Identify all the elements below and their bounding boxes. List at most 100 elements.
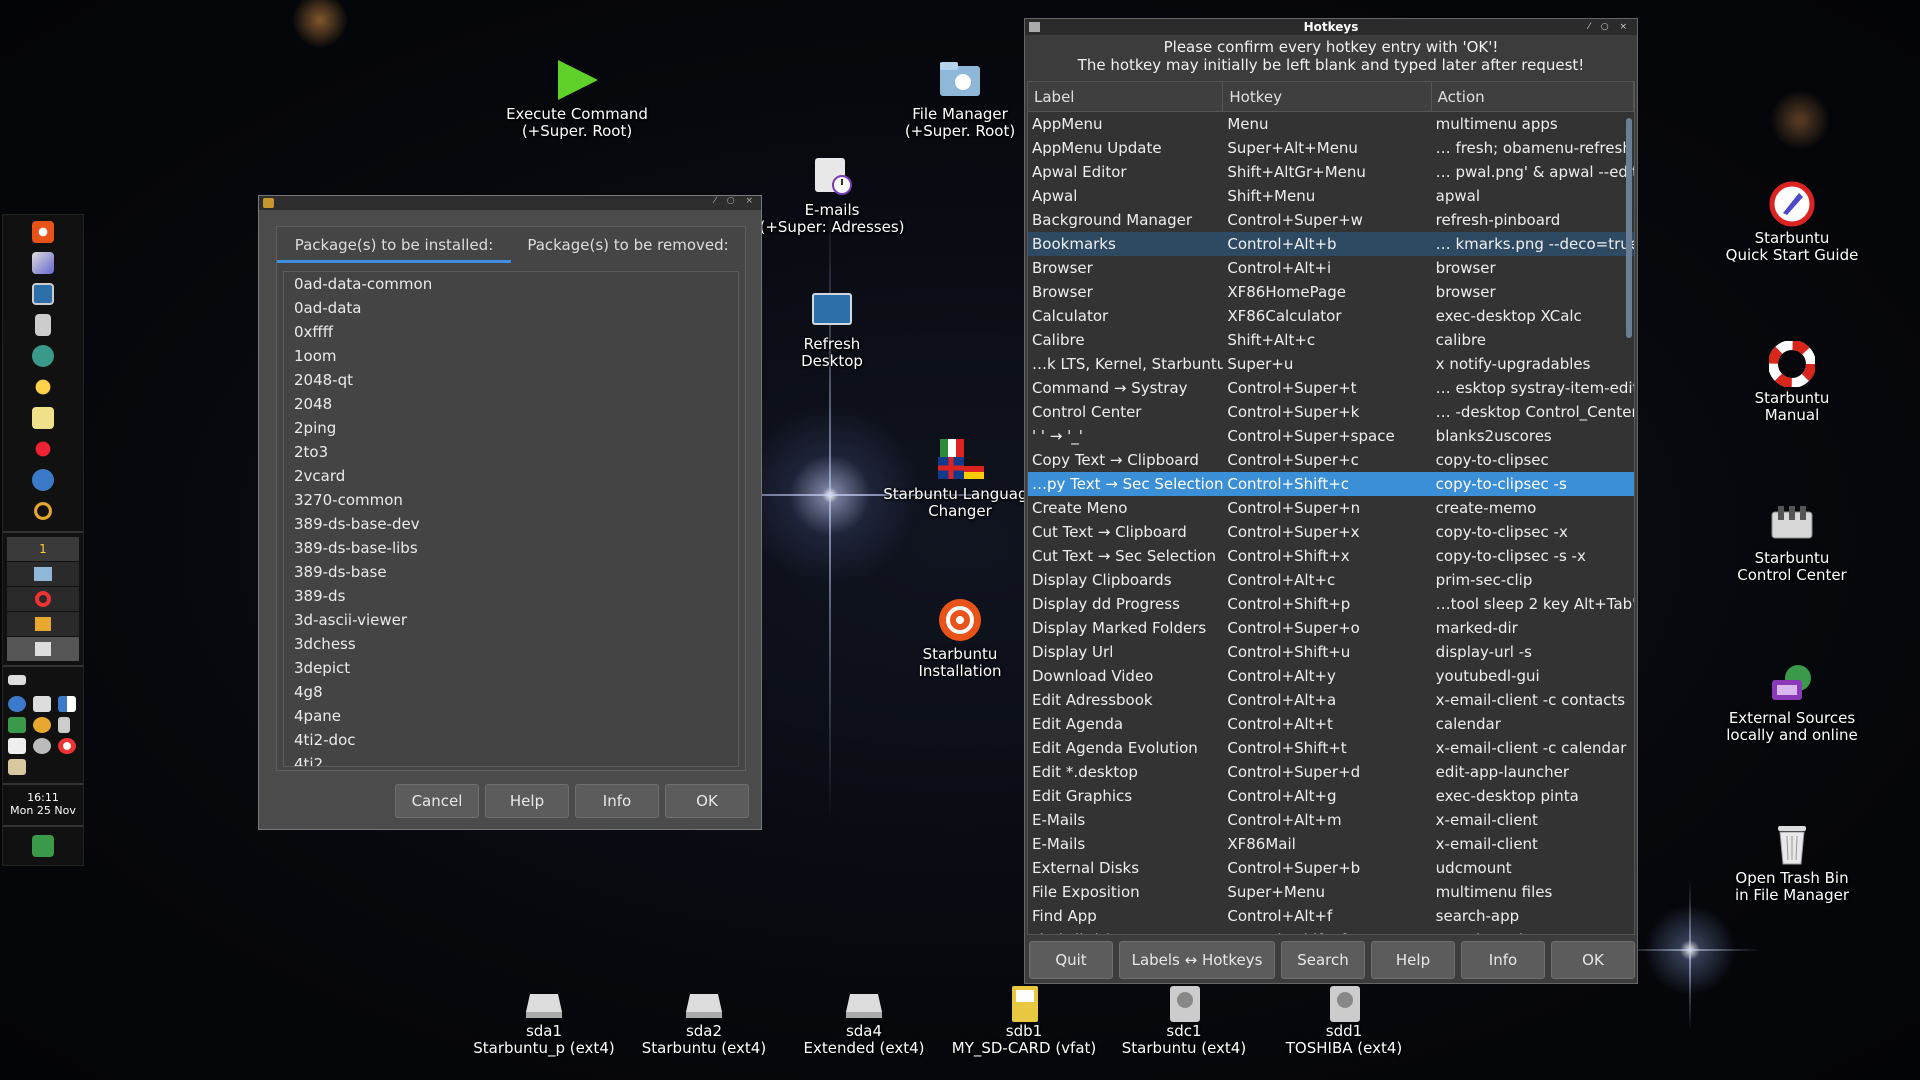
star-panel-icon[interactable] (32, 376, 54, 398)
package-list[interactable]: 0ad-data-common 0ad-data 0xffff 1oom 2048-qt… (283, 271, 739, 767)
keyboard-icon[interactable] (8, 675, 26, 685)
package-item[interactable]: 2048 (284, 392, 738, 416)
tab-remove[interactable]: Package(s) to be removed: (511, 227, 745, 263)
drive-sdd1[interactable]: sdd1 TOSHIBA (ext4) (1264, 986, 1424, 1057)
info-button[interactable]: Info (1461, 941, 1545, 979)
volume-icon[interactable] (58, 717, 70, 733)
cancel-button[interactable]: Cancel (395, 784, 479, 818)
table-row[interactable]: Display Url Control+Shift+u display-url -s (1028, 640, 1634, 664)
table-row[interactable]: …py Text → Sec Selection Control+Shift+c c… (1028, 472, 1634, 496)
hotkeys-table[interactable]: Label Hotkey Action AppMenu Menu multimenu… (1027, 81, 1635, 935)
window-controls-icon[interactable]: ⁄ ○ × (714, 196, 757, 206)
package-item[interactable]: 2ping (284, 416, 738, 440)
package-item[interactable]: 2to3 (284, 440, 738, 464)
table-row[interactable]: Cut Text → Sec Selection Control+Shift+x c… (1028, 544, 1634, 568)
camera-icon[interactable] (33, 738, 51, 754)
table-row[interactable]: Edit Graphics Control+Alt+g exec-desktop p… (1028, 784, 1634, 808)
table-row[interactable]: Control Center Control+Super+k … -desktop … (1028, 400, 1634, 424)
tab-install[interactable]: Package(s) to be installed: (277, 227, 511, 263)
table-row[interactable]: Display dd Progress Control+Shift+p …tool … (1028, 592, 1634, 616)
installer-panel-icon[interactable] (32, 221, 54, 243)
help-button[interactable]: Help (485, 784, 569, 818)
network-icon[interactable] (8, 696, 26, 712)
table-row[interactable]: Apwal Shift+Menu apwal (1028, 184, 1634, 208)
package-item[interactable]: 2048-qt (284, 368, 738, 392)
table-row[interactable]: Browser XF86HomePage browser (1028, 280, 1634, 304)
manual-launcher[interactable]: Starbuntu Manual (1707, 341, 1877, 424)
package-item[interactable]: 0xffff (284, 320, 738, 344)
task-manual[interactable] (7, 587, 79, 611)
chat-icon[interactable] (33, 696, 51, 712)
hotkeys-titlebar[interactable]: Hotkeys ⁄ ○ × (1025, 19, 1637, 35)
window-controls-icon[interactable]: ⁄ ○ × (1588, 19, 1631, 35)
printer-icon[interactable] (8, 738, 26, 754)
refresh-desktop-launcher[interactable]: Refresh Desktop (747, 288, 917, 370)
package-item[interactable]: 0ad-data (284, 296, 738, 320)
windows-icon[interactable] (58, 696, 76, 712)
drive-sdb1[interactable]: sdb1 MY_SD-CARD (vfat) (944, 986, 1104, 1057)
external-sources-launcher[interactable]: External Sources locally and online (1707, 662, 1877, 744)
column-label[interactable]: Label (1028, 82, 1224, 111)
table-row[interactable]: Display Marked Folders Control+Super+o mar… (1028, 616, 1634, 640)
package-item[interactable]: 4pane (284, 704, 738, 728)
package-item[interactable]: 3dchess (284, 632, 738, 656)
search-panel-icon[interactable] (32, 500, 54, 522)
column-hotkey[interactable]: Hotkey (1223, 82, 1432, 111)
package-item[interactable]: 389-ds-base-libs (284, 536, 738, 560)
window-menu-icon[interactable] (1029, 22, 1040, 32)
package-item[interactable]: 389-ds-base (284, 560, 738, 584)
quit-button[interactable]: Quit (1029, 941, 1113, 979)
table-row[interactable]: AppMenu Menu multimenu apps (1028, 112, 1634, 136)
package-item[interactable]: 3270-common (284, 488, 738, 512)
table-row[interactable]: ' ' → '_' Control+Super+space blanks2uscor… (1028, 424, 1634, 448)
drive-sda1[interactable]: sda1 Starbuntu_p (ext4) (464, 986, 624, 1057)
earth-panel-icon[interactable] (32, 469, 54, 491)
workspace-1[interactable]: 1 (7, 537, 79, 561)
exit-panel-icon[interactable] (32, 835, 54, 857)
package-dialog-titlebar[interactable]: ⁄ ○ × (259, 196, 761, 210)
package-item[interactable]: 4g8 (284, 680, 738, 704)
monitor-icon[interactable] (8, 717, 26, 733)
package-item[interactable]: 1oom (284, 344, 738, 368)
table-row[interactable]: Cut Text → Clipboard Control+Super+x copy-… (1028, 520, 1634, 544)
drive-sdc1[interactable]: sdc1 Starbuntu (ext4) (1104, 986, 1264, 1057)
rocket-panel-icon[interactable] (32, 252, 54, 274)
table-row[interactable]: Find App Control+Alt+f search-app (1028, 904, 1634, 928)
desktop-panel-icon[interactable] (32, 283, 54, 305)
globe-panel-icon[interactable] (32, 345, 54, 367)
execute-command-launcher[interactable]: Execute Command (+Super. Root) (492, 58, 662, 140)
column-action[interactable]: Action (1432, 82, 1634, 111)
table-row[interactable]: E-Mails XF86Mail x-email-client (1028, 832, 1634, 856)
update-icon[interactable] (33, 717, 51, 733)
task-package[interactable] (7, 612, 79, 636)
table-row[interactable]: Edit *.desktop Control+Super+d edit-app-la… (1028, 760, 1634, 784)
table-row[interactable]: Calibre Shift+Alt+c calibre (1028, 328, 1634, 352)
table-row[interactable]: Apwal Editor Shift+AltGr+Menu … pwal.png' … (1028, 160, 1634, 184)
table-row[interactable]: File Exposition Super+Menu multimenu files (1028, 880, 1634, 904)
clipboard-icon[interactable] (8, 759, 26, 775)
trash-launcher[interactable]: Open Trash Bin in File Manager (1707, 822, 1877, 904)
search-button[interactable]: Search (1281, 941, 1365, 979)
notes-panel-icon[interactable] (32, 407, 54, 429)
drive-sda2[interactable]: sda2 Starbuntu (ext4) (624, 986, 784, 1057)
package-item[interactable]: 3d-ascii-viewer (284, 608, 738, 632)
emails-launcher[interactable]: E-mails (+Super: Adresses) (747, 154, 917, 236)
table-row[interactable]: Edit Agenda Evolution Control+Shift+t x-em… (1028, 736, 1634, 760)
table-row[interactable]: Find File(s)Control+Shift+fsearchmonkey (1028, 928, 1634, 934)
help-icon[interactable] (58, 738, 76, 754)
package-item[interactable]: 0ad-data-common (284, 272, 738, 296)
table-row[interactable]: Copy Text → Clipboard Control+Super+c copy… (1028, 448, 1634, 472)
info-button[interactable]: Info (575, 784, 659, 818)
table-row[interactable]: Background Manager Control+Super+w refresh… (1028, 208, 1634, 232)
table-row[interactable]: Command → Systray Control+Super+t … esktop… (1028, 376, 1634, 400)
ok-button[interactable]: OK (665, 784, 749, 818)
table-row[interactable]: Create Meno Control+Super+n create-memo (1028, 496, 1634, 520)
trash-panel-icon[interactable] (35, 314, 51, 336)
table-row[interactable]: Display Clipboards Control+Alt+c prim-sec-… (1028, 568, 1634, 592)
package-item[interactable]: 3depict (284, 656, 738, 680)
help-button[interactable]: Help (1371, 941, 1455, 979)
table-row[interactable]: AppMenu Update Super+Alt+Menu … fresh; oba… (1028, 136, 1634, 160)
installation-launcher[interactable]: Starbuntu Installation (875, 598, 1045, 680)
table-row[interactable]: Download Video Control+Alt+y youtubedl-gui (1028, 664, 1634, 688)
package-item[interactable]: 4ti2 (284, 752, 738, 766)
